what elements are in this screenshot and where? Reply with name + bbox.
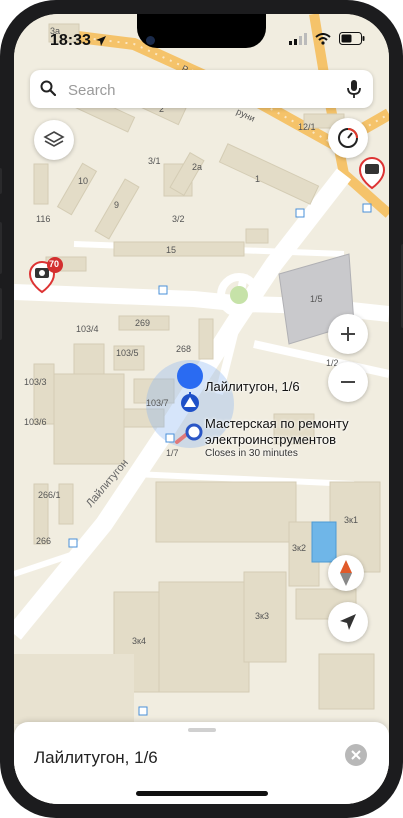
zoom-in-button[interactable] — [328, 314, 368, 354]
status-icons — [289, 32, 365, 45]
phone-frame: 3а 2 12/1 3/1 10 2а 1 9 3/2 116 15 1/5 2… — [0, 0, 403, 818]
building-number: 3к1 — [344, 515, 358, 525]
workshop-name-line1: Мастерская по ремонту — [205, 416, 349, 431]
building-number: 103/6 — [24, 417, 47, 427]
layers-icon — [43, 131, 65, 147]
building-number: 103/4 — [76, 324, 99, 334]
building-number: 116 — [36, 214, 51, 224]
building-number: 3к3 — [255, 611, 269, 621]
my-location-button[interactable] — [328, 602, 368, 642]
building-number: 3к2 — [292, 543, 306, 553]
workshop-hours: Closes in 30 minutes — [205, 448, 298, 459]
layers-button[interactable] — [34, 120, 74, 160]
sheet-title: Лайлитугон, 1/6 — [34, 748, 158, 767]
microphone-icon[interactable] — [347, 79, 361, 99]
battery-icon — [339, 32, 365, 45]
home-indicator[interactable] — [136, 791, 268, 796]
close-button[interactable] — [345, 744, 367, 766]
volume-down-button — [0, 288, 2, 340]
search-icon — [40, 80, 56, 96]
building-number: 103/3 — [24, 377, 47, 387]
building-number: 1 — [255, 174, 261, 184]
workshop-poi-label[interactable]: Мастерская по ремонту электроинструменто… — [205, 416, 349, 459]
front-camera — [146, 36, 155, 45]
navigation-arrow-icon — [340, 614, 356, 630]
camera-badge-count: 70 — [49, 259, 60, 269]
building-number: 3к4 — [132, 636, 146, 646]
minus-icon — [341, 381, 355, 383]
speedometer-icon — [338, 128, 358, 148]
sheet-handle[interactable] — [188, 728, 216, 732]
selected-place-label: Лайлитугон, 1/6 — [205, 379, 300, 394]
close-icon — [351, 750, 361, 760]
building-number: 15 — [166, 245, 177, 255]
building-number: 268 — [176, 344, 192, 354]
volume-up-button — [0, 222, 2, 274]
plus-icon — [341, 327, 355, 341]
building-number: 103/7 — [146, 398, 169, 408]
building-number: 266/1 — [38, 490, 61, 500]
building-number: 12/1 — [298, 122, 316, 132]
location-arrow-icon — [95, 36, 106, 46]
search-input[interactable] — [66, 70, 330, 110]
building-number: 269 — [135, 318, 151, 328]
traffic-button[interactable] — [328, 118, 368, 158]
compass-button[interactable] — [328, 555, 364, 591]
building-number: 1/5 — [310, 294, 323, 304]
zoom-out-button[interactable] — [328, 362, 368, 402]
cellular-signal-icon — [289, 32, 307, 45]
notch — [137, 14, 266, 48]
side-button — [0, 168, 2, 194]
building-number: 10 — [78, 176, 89, 186]
building-number: 9 — [114, 200, 120, 210]
compass-icon — [340, 560, 352, 586]
building-number: 266 — [36, 536, 52, 546]
building-number: 3/1 — [148, 156, 161, 166]
building-number: 2а — [192, 162, 203, 172]
building-number: 3/2 — [172, 214, 185, 224]
status-time: 18:33 — [50, 32, 107, 50]
workshop-name-line2: электроинструментов — [205, 432, 337, 447]
building-number: 103/5 — [116, 348, 139, 358]
wifi-icon — [315, 32, 331, 45]
clock: 18:33 — [50, 32, 91, 49]
screen: 3а 2 12/1 3/1 10 2а 1 9 3/2 116 15 1/5 2… — [14, 14, 389, 804]
building-number: 1/7 — [166, 448, 179, 458]
search-bar[interactable] — [30, 70, 373, 110]
